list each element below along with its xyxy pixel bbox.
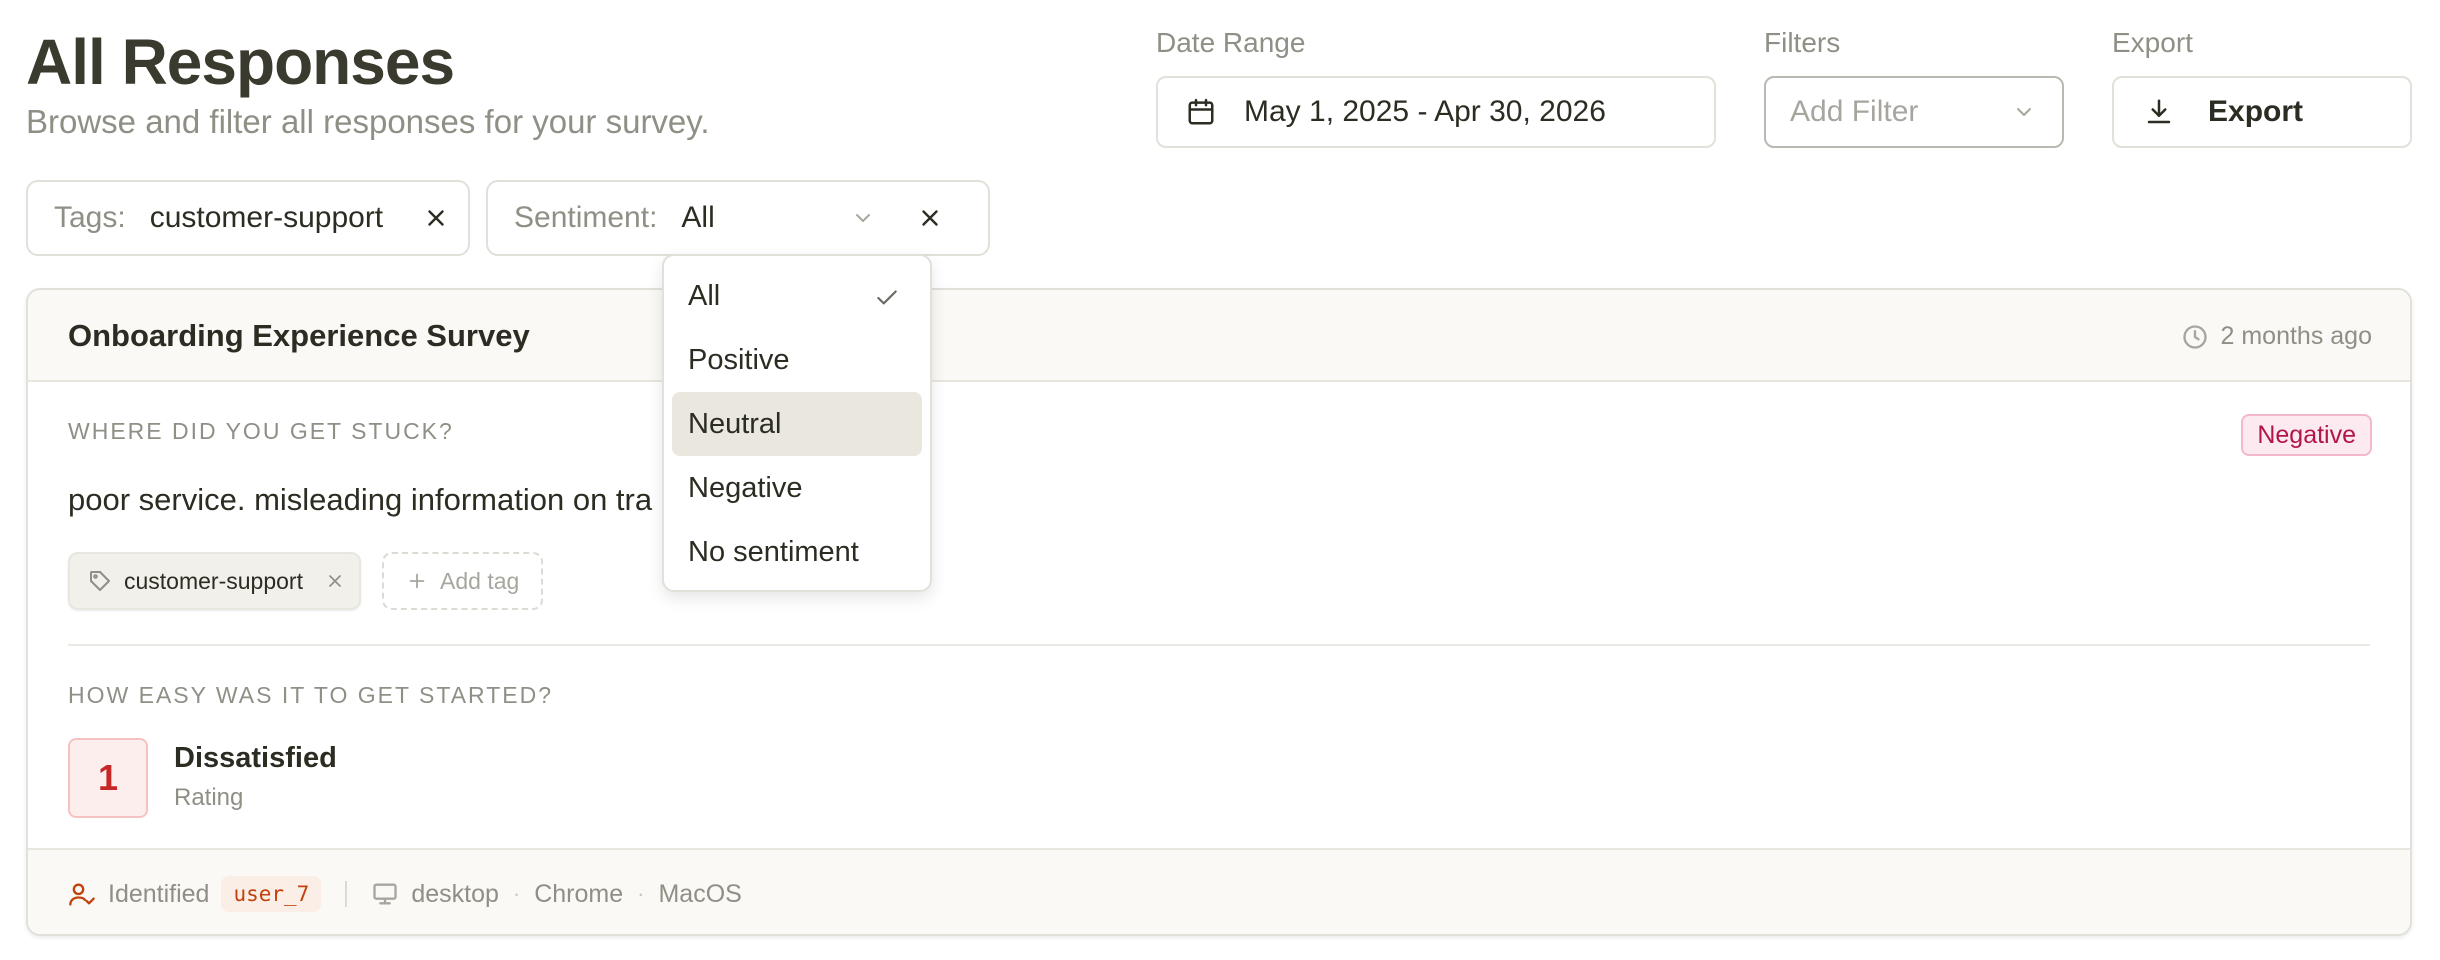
tags-filter-value: customer-support [149, 201, 384, 234]
user-check-icon [69, 883, 95, 906]
add-tag-button[interactable]: Add tag [382, 552, 544, 610]
sentiment-badge: Negative [2241, 414, 2372, 456]
sentiment-option-all[interactable]: All [672, 264, 922, 328]
export-button-label: Export [2208, 95, 2304, 128]
remove-tag-icon[interactable] [325, 571, 345, 591]
sentiment-filter-key: Sentiment: [514, 201, 658, 234]
add-filter-select[interactable]: Add Filter [1764, 76, 2064, 148]
separator [345, 881, 348, 907]
tag-label: customer-support [124, 567, 303, 594]
dot-separator: · [637, 881, 645, 906]
sentiment-filter-value: All [681, 201, 715, 234]
download-icon [2147, 99, 2171, 124]
option-label: All [688, 279, 721, 312]
close-icon[interactable] [423, 205, 449, 231]
date-range-picker[interactable]: May 1, 2025 - Apr 30, 2026 [1156, 76, 1716, 148]
rating-score: 1 [68, 738, 148, 818]
export-label: Export [2112, 27, 2193, 58]
option-label: No sentiment [688, 535, 859, 568]
option-label: Neutral [688, 407, 782, 440]
option-label: Negative [688, 471, 803, 504]
response-card: Onboarding Experience Survey 2 months ag… [26, 288, 2412, 936]
rating-label: Dissatisfied [174, 742, 337, 774]
check-icon [877, 290, 897, 305]
operating-system: MacOS [658, 879, 742, 908]
rating-type: Rating [174, 784, 244, 811]
dot-separator: · [512, 881, 521, 906]
page-title: All Responses [26, 26, 455, 98]
survey-name: Onboarding Experience Survey [68, 318, 530, 353]
divider [68, 644, 2370, 646]
export-button[interactable]: Export [2112, 76, 2412, 148]
browser: Chrome [534, 879, 624, 908]
clock-icon [2182, 324, 2207, 349]
option-label: Positive [688, 343, 790, 376]
page-subtitle: Browse and filter all responses for your… [26, 103, 710, 140]
response-meta: Identified user_7 desktop · Chrome · Mac… [28, 848, 2410, 934]
date-range-value: May 1, 2025 - Apr 30, 2026 [1244, 95, 1606, 128]
filters-label: Filters [1764, 27, 1841, 58]
sentiment-option-neutral[interactable]: Neutral [672, 392, 922, 456]
tags-filter-key: Tags: [54, 201, 126, 234]
monitor-icon [373, 883, 397, 905]
tags-filter-chip: Tags: customer-support [26, 180, 470, 256]
add-tag-label: Add tag [440, 567, 520, 594]
question-label: WHERE DID YOU GET STUCK? [68, 418, 454, 444]
tag-icon [90, 571, 110, 591]
plus-icon [409, 573, 425, 589]
response-card-header: Onboarding Experience Survey 2 months ag… [28, 290, 2410, 382]
calendar-icon [1188, 98, 1214, 125]
answer-text: poor service. misleading information on … [68, 482, 653, 517]
sentiment-filter-chip[interactable]: Sentiment: All [486, 180, 990, 256]
chevron-down-icon [2017, 108, 2031, 116]
date-range-label: Date Range [1156, 27, 1306, 58]
add-filter-placeholder: Add Filter [1790, 95, 1919, 128]
device-type: desktop [411, 879, 499, 908]
chevron-down-icon[interactable] [851, 206, 875, 230]
sentiment-option-negative[interactable]: Negative [672, 456, 922, 520]
user-id[interactable]: user_7 [221, 876, 322, 912]
time-ago-text: 2 months ago [2220, 322, 2373, 350]
sentiment-option-positive[interactable]: Positive [672, 328, 922, 392]
identified-label: Identified [108, 879, 210, 908]
tag-pill[interactable]: customer-support [68, 552, 361, 610]
sentiment-dropdown-menu: All Positive Neutral Negative No sentime… [662, 254, 932, 592]
question-label: HOW EASY WAS IT TO GET STARTED? [68, 682, 554, 708]
sentiment-option-no-sentiment[interactable]: No sentiment [672, 520, 922, 584]
close-icon[interactable] [917, 205, 943, 231]
response-time: 2 months ago [2181, 322, 2373, 351]
